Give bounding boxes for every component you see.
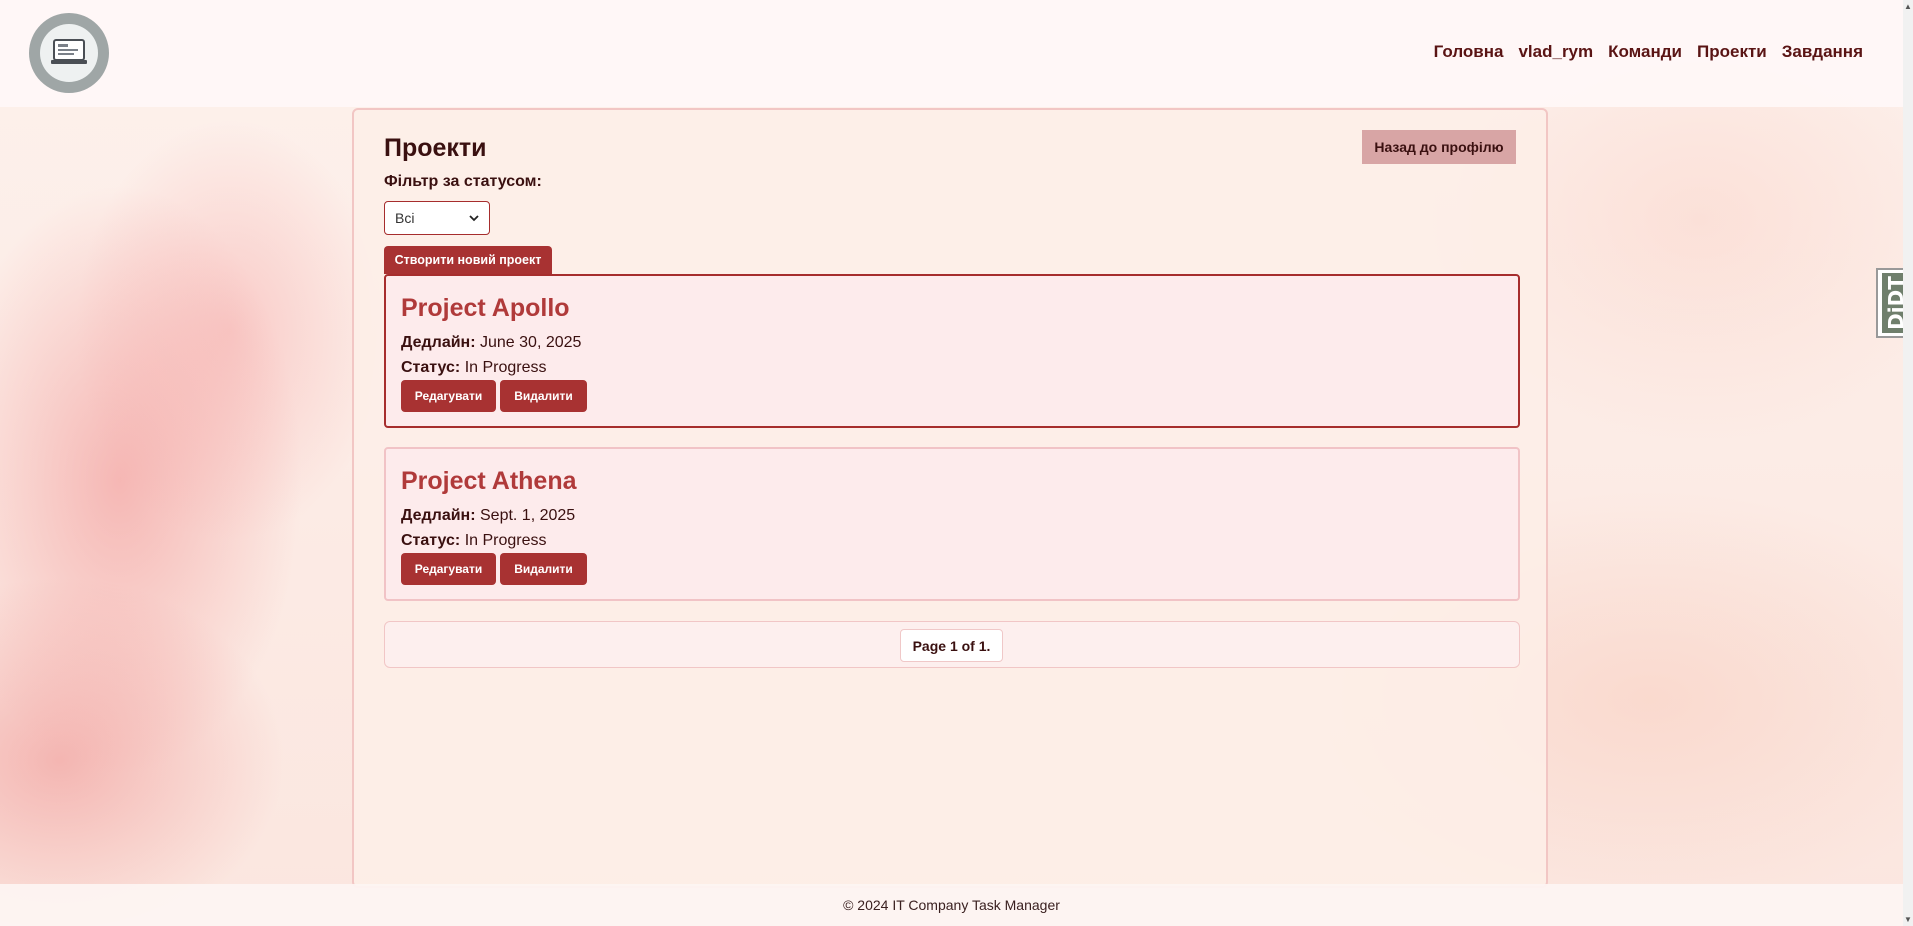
project-card: Project Athena Дедлайн: Sept. 1, 2025 Ст… [384, 447, 1520, 601]
scroll-down-arrow-icon[interactable]: ▼ [1904, 915, 1912, 924]
laptop-logo-icon[interactable] [29, 13, 109, 93]
back-to-profile-button[interactable]: Назад до профілю [1362, 130, 1516, 164]
status-filter-label: Фільтр за статусом: [384, 173, 542, 190]
site-footer: © 2024 IT Company Task Manager [0, 884, 1903, 926]
scroll-up-arrow-icon[interactable]: ▲ [1904, 2, 1912, 11]
delete-project-button[interactable]: Видалити [500, 380, 587, 412]
project-card: Project Apollo Дедлайн: June 30, 2025 Ст… [384, 274, 1520, 428]
status-label: Статус: [401, 359, 461, 376]
nav-link-home[interactable]: Головна [1434, 42, 1504, 62]
edit-project-button[interactable]: Редагувати [401, 380, 496, 412]
delete-project-button[interactable]: Видалити [500, 553, 587, 585]
nav-link-tasks[interactable]: Завдання [1782, 42, 1863, 62]
project-status: Статус: In Progress [401, 359, 547, 377]
nav-link-profile[interactable]: vlad_rym [1518, 42, 1593, 62]
projects-container: Проекти Назад до профілю Фільтр за стату… [352, 108, 1548, 888]
footer-copyright: © 2024 IT Company Task Manager [843, 897, 1060, 913]
status-filter-select[interactable]: Всі [384, 201, 490, 235]
deadline-label: Дедлайн: [401, 507, 476, 524]
page-title: Проекти [384, 134, 487, 162]
nav-link-projects[interactable]: Проекти [1697, 42, 1767, 62]
chevron-down-icon [469, 215, 479, 222]
pagination: Page 1 of 1. [384, 621, 1520, 668]
status-label: Статус: [401, 532, 461, 549]
site-header: Головна vlad_rym Команди Проекти Завданн… [0, 0, 1903, 107]
deadline-value: June 30, 2025 [480, 334, 582, 351]
create-project-button[interactable]: Створити новий проект [384, 246, 552, 274]
project-deadline: Дедлайн: June 30, 2025 [401, 334, 581, 352]
project-deadline: Дедлайн: Sept. 1, 2025 [401, 507, 575, 525]
project-title[interactable]: Project Apollo [401, 294, 570, 323]
project-title[interactable]: Project Athena [401, 467, 577, 496]
pagination-current-page: Page 1 of 1. [900, 629, 1003, 662]
nav-link-teams[interactable]: Команди [1608, 42, 1682, 62]
edit-project-button[interactable]: Редагувати [401, 553, 496, 585]
status-value: In Progress [464, 359, 547, 376]
status-value: In Progress [464, 532, 547, 549]
deadline-label: Дедлайн: [401, 334, 476, 351]
main-nav: Головна vlad_rym Команди Проекти Завданн… [1434, 42, 1863, 62]
project-status: Статус: In Progress [401, 532, 547, 550]
deadline-value: Sept. 1, 2025 [480, 507, 576, 524]
page-scrollbar[interactable]: ▲ ▼ [1903, 0, 1913, 926]
status-filter-value: Всі [395, 210, 415, 226]
